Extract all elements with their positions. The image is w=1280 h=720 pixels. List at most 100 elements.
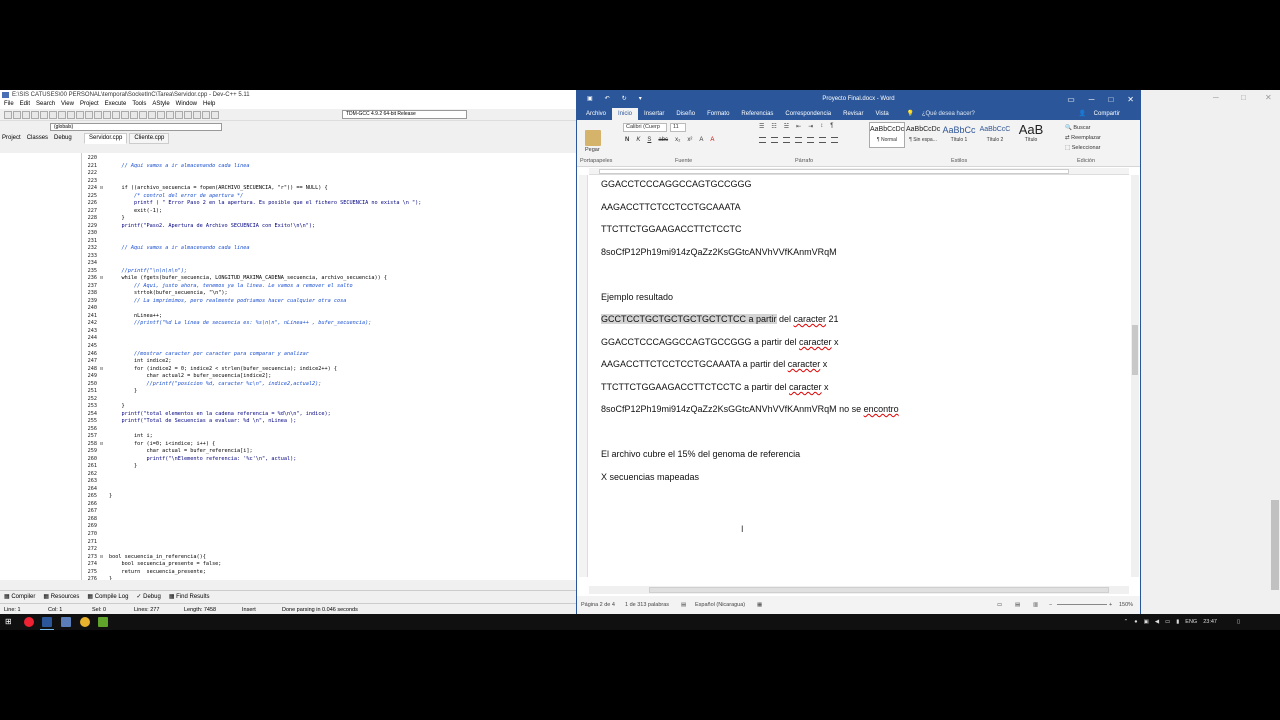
align-center-icon[interactable] bbox=[771, 137, 778, 143]
code-line[interactable]: 245 bbox=[82, 343, 576, 351]
font-size-select[interactable]: 11 bbox=[670, 123, 686, 132]
zoom-level[interactable]: 150% bbox=[1119, 596, 1133, 614]
code-line[interactable]: 263 bbox=[82, 478, 576, 486]
tab-revisar[interactable]: Revisar bbox=[837, 108, 869, 120]
network-icon[interactable]: ▣ bbox=[1144, 614, 1149, 630]
strikethrough-icon[interactable]: abc bbox=[658, 137, 668, 143]
code-line[interactable]: 268 bbox=[82, 516, 576, 524]
code-line[interactable]: 226 printf ( " Error Paso 2 en la apertu… bbox=[82, 200, 576, 208]
code-line[interactable]: 223 bbox=[82, 178, 576, 186]
options-icon[interactable] bbox=[211, 111, 219, 119]
minimize-icon[interactable]: ─ bbox=[1213, 93, 1219, 102]
menu-astyle[interactable]: AStyle bbox=[152, 100, 169, 109]
battery-icon[interactable]: ▮ bbox=[1176, 614, 1179, 630]
align-right-icon[interactable] bbox=[783, 137, 790, 143]
code-line[interactable]: 233 bbox=[82, 253, 576, 261]
compile-icon[interactable] bbox=[139, 111, 147, 119]
word-vertical-scrollbar[interactable] bbox=[1131, 175, 1139, 577]
code-line[interactable]: 243 bbox=[82, 328, 576, 336]
code-line[interactable]: 262 bbox=[82, 471, 576, 479]
share-button[interactable]: 👤 Compartir bbox=[1073, 108, 1132, 120]
vertical-ruler[interactable] bbox=[579, 175, 588, 577]
menu-execute[interactable]: Execute bbox=[105, 100, 127, 109]
select-button[interactable]: ⬚ Seleccionar bbox=[1065, 143, 1101, 153]
close-icon[interactable]: ✕ bbox=[1127, 91, 1134, 108]
proofing-icon[interactable]: ▤ bbox=[681, 596, 686, 614]
code-line[interactable]: 253 } bbox=[82, 403, 576, 411]
code-line[interactable]: 224 ⊟ if ((archivo_secuencia = fopen(ARCH… bbox=[82, 185, 576, 193]
text-effects-icon[interactable]: A bbox=[699, 137, 703, 143]
run-icon[interactable] bbox=[148, 111, 156, 119]
open-icon[interactable] bbox=[13, 111, 21, 119]
code-line[interactable]: 252 bbox=[82, 396, 576, 404]
display-icon[interactable]: ▭ bbox=[1165, 614, 1170, 630]
profile-icon[interactable] bbox=[202, 111, 210, 119]
code-line[interactable]: 250 //printf("posicion %d, caracter %c\n… bbox=[82, 381, 576, 389]
tab-cliente-cpp[interactable]: Cliente.cpp bbox=[129, 133, 170, 144]
code-line[interactable]: 276} bbox=[82, 576, 576, 580]
fold-marker[interactable]: ⊟ bbox=[100, 554, 105, 562]
tell-me-box[interactable]: 💡 ¿Qué desea hacer? bbox=[901, 108, 987, 120]
mic-icon[interactable]: ● bbox=[1134, 614, 1137, 630]
stop-icon[interactable] bbox=[184, 111, 192, 119]
tab-archivo[interactable]: Archivo bbox=[580, 108, 612, 120]
save-icon[interactable] bbox=[22, 111, 30, 119]
code-line[interactable]: 248 ⊟ for (indice2 = 0; indice2 < strlen(… bbox=[82, 366, 576, 374]
superscript-icon[interactable]: x² bbox=[687, 137, 692, 143]
code-line[interactable]: 267 bbox=[82, 508, 576, 516]
code-line[interactable]: 229 printf("Paso2. Apertura de Archivo S… bbox=[82, 223, 576, 231]
horizontal-ruler[interactable] bbox=[589, 168, 1129, 175]
code-line[interactable]: 258 ⊟ for (i=0; i<indice; i++) { bbox=[82, 441, 576, 449]
justify-icon[interactable] bbox=[795, 137, 802, 143]
code-line[interactable]: 241 nLinea++; bbox=[82, 313, 576, 321]
maximize-icon[interactable]: □ bbox=[1108, 91, 1113, 108]
goto-icon[interactable] bbox=[94, 111, 102, 119]
code-line[interactable]: 228 } bbox=[82, 215, 576, 223]
ribbon-options-icon[interactable]: ▭ bbox=[1067, 91, 1075, 108]
tab-insertar[interactable]: Insertar bbox=[638, 108, 670, 120]
code-line[interactable]: 266 bbox=[82, 501, 576, 509]
subscript-icon[interactable]: x₂ bbox=[675, 137, 680, 143]
code-line[interactable]: 220 bbox=[82, 155, 576, 163]
underline-icon[interactable]: S bbox=[647, 137, 651, 143]
increase-indent-icon[interactable]: ⇥ bbox=[808, 123, 813, 130]
code-line[interactable]: 249 char actual2 = bufer_secuencia[indic… bbox=[82, 373, 576, 381]
document-page[interactable]: GGACCTCCCAGGCCAGTGCCGGG AAGACCTTCTCCTCCT… bbox=[589, 175, 1132, 577]
menu-search[interactable]: Search bbox=[36, 100, 55, 109]
maximize-icon[interactable]: □ bbox=[1241, 93, 1246, 102]
save-all-icon[interactable] bbox=[31, 111, 39, 119]
code-line[interactable]: 236 ⊟ while (fgets(bufer_secuencia, LONGI… bbox=[82, 275, 576, 283]
tab-referencias[interactable]: Referencias bbox=[735, 108, 779, 120]
multilevel-list-icon[interactable]: ☱ bbox=[784, 123, 789, 130]
shading-icon[interactable] bbox=[819, 137, 826, 143]
find-icon[interactable] bbox=[76, 111, 84, 119]
undo-icon[interactable] bbox=[58, 111, 66, 119]
style-no-spacing[interactable]: AaBbCcDc ¶ Sin espa... bbox=[905, 122, 941, 148]
code-line[interactable]: 256 bbox=[82, 426, 576, 434]
code-line[interactable]: 265} bbox=[82, 493, 576, 501]
chrome-taskbar-icon[interactable] bbox=[80, 617, 90, 627]
tab-inicio[interactable]: Inicio bbox=[612, 108, 639, 120]
word-taskbar-icon[interactable] bbox=[40, 617, 54, 630]
menu-tools[interactable]: Tools bbox=[132, 100, 146, 109]
menu-file[interactable]: File bbox=[4, 100, 14, 109]
replace-icon[interactable] bbox=[85, 111, 93, 119]
code-line[interactable]: 239 // La imprimimos, pero realmente pod… bbox=[82, 298, 576, 306]
tab-diseno[interactable]: Diseño bbox=[670, 108, 701, 120]
code-line[interactable]: 235 //printf("\n\n\n\n"); bbox=[82, 268, 576, 276]
zoom-in-icon[interactable]: + bbox=[1109, 596, 1112, 614]
background-scrollbar[interactable] bbox=[1270, 100, 1280, 605]
globals-select[interactable]: (globals) bbox=[50, 123, 222, 131]
code-line[interactable]: 255 printf("Total de Secuencias a evalua… bbox=[82, 418, 576, 426]
language[interactable]: Español (Nicaragua) bbox=[695, 596, 745, 614]
code-line[interactable]: 275 return secuencia_presente; bbox=[82, 569, 576, 577]
page-count[interactable]: Página 2 de 4 bbox=[581, 596, 615, 614]
paste-button[interactable]: Pegar bbox=[585, 147, 600, 153]
web-layout-icon[interactable]: ▥ bbox=[1033, 596, 1038, 614]
fold-marker[interactable]: ⊟ bbox=[100, 366, 105, 374]
compiler-select[interactable]: TDM-GCC 4.9.2 64-bit Release bbox=[342, 110, 467, 119]
code-line[interactable]: 271 bbox=[82, 539, 576, 547]
style-heading-2[interactable]: AaBbCcC Título 2 bbox=[977, 122, 1013, 148]
debug-icon[interactable] bbox=[193, 111, 201, 119]
tab-debug[interactable]: Debug bbox=[54, 133, 72, 143]
